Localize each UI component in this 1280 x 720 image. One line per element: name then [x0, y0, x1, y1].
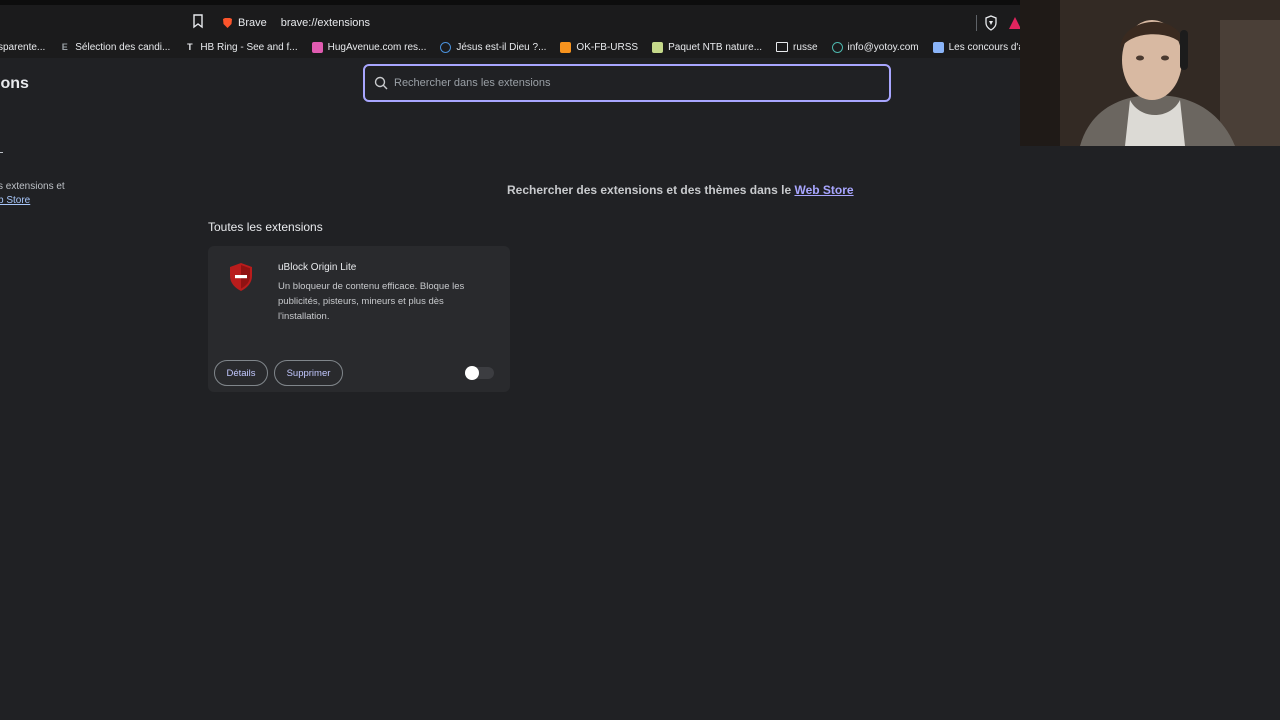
bookmark-item[interactable]: Paquet NTB nature...	[652, 41, 763, 53]
bookmark-item[interactable]: russe	[776, 41, 818, 53]
extensions-page: ions s extensions et b Store Rechercher …	[0, 58, 1280, 720]
bookmark-label: info@yotoy.com	[847, 41, 919, 53]
heart-icon	[311, 41, 323, 53]
ok-icon	[560, 41, 572, 53]
extension-card: uBlock Origin Lite Un bloqueur de conten…	[208, 246, 510, 392]
bookmark-item[interactable]: E Sélection des candi...	[59, 41, 171, 53]
toggle-knob	[465, 366, 479, 380]
extension-name: uBlock Origin Lite	[278, 262, 357, 273]
circle-icon	[440, 41, 452, 53]
bookmark-label: sparente...	[0, 41, 46, 53]
search-box[interactable]	[363, 64, 891, 102]
page-title: ions	[0, 75, 29, 92]
bookmark-label: Sélection des candi...	[75, 41, 171, 53]
bookmark-item[interactable]: T HB Ring - See and f...	[184, 41, 298, 53]
search-icon	[374, 76, 388, 90]
search-input[interactable]	[394, 77, 889, 89]
bookmark-label: Jésus est-il Dieu ?...	[456, 41, 547, 53]
webcam-person-image	[1020, 0, 1280, 146]
remove-button[interactable]: Supprimer	[274, 360, 343, 386]
bookmark-item[interactable]: Jésus est-il Dieu ?...	[440, 41, 547, 53]
bookmark-label: russe	[793, 41, 818, 53]
picture-icon	[932, 41, 944, 53]
leaf-icon	[652, 41, 664, 53]
globe-icon	[831, 41, 843, 53]
t-letter-icon: T	[187, 41, 193, 52]
sidebar-divider	[0, 152, 3, 153]
extension-description: Un bloqueur de contenu efficace. Bloque …	[278, 281, 465, 322]
extension-enable-toggle[interactable]	[465, 366, 494, 380]
web-store-link[interactable]: Web Store	[794, 183, 853, 197]
bookmark-item[interactable]: info@yotoy.com	[831, 41, 919, 53]
sidebar-text: s extensions et	[0, 181, 65, 192]
sidebar-web-store-link[interactable]: b Store	[0, 195, 30, 206]
web-store-promo: Rechercher des extensions et des thèmes …	[507, 183, 854, 197]
bookmark-icon[interactable]	[190, 13, 206, 29]
url-text[interactable]: brave://extensions	[281, 17, 370, 29]
bookmark-label: Paquet NTB nature...	[668, 41, 763, 53]
site-chip[interactable]: Brave	[222, 17, 267, 29]
webcam-overlay	[1020, 0, 1280, 146]
e-letter-icon: E	[61, 41, 68, 52]
details-button[interactable]: Détails	[214, 360, 268, 386]
bookmark-item[interactable]: OK-FB-URSS	[560, 41, 639, 53]
brave-shields-icon[interactable]	[984, 15, 998, 31]
ublock-shield-icon	[230, 263, 252, 291]
bookmark-label: HugAvenue.com res...	[327, 41, 427, 53]
folder-icon	[776, 42, 789, 52]
section-title: Toutes les extensions	[208, 220, 323, 234]
bookmark-item[interactable]: HugAvenue.com res...	[311, 41, 427, 53]
web-store-promo-text: Rechercher des extensions et des thèmes …	[507, 183, 792, 197]
brave-lion-icon	[223, 18, 232, 28]
bookmark-label: OK-FB-URSS	[576, 41, 639, 53]
address-bar[interactable]: Brave brave://extensions	[216, 12, 976, 34]
toolbar-divider	[976, 15, 977, 31]
bookmark-item[interactable]: sparente...	[0, 42, 45, 53]
bookmark-label: HB Ring - See and f...	[200, 41, 298, 53]
site-chip-label: Brave	[238, 17, 267, 29]
bookmarks-list: sparente... E Sélection des candi... T HB Ri…	[0, 36, 1109, 58]
sidebar-store-hint: s extensions et b Store	[0, 180, 65, 208]
